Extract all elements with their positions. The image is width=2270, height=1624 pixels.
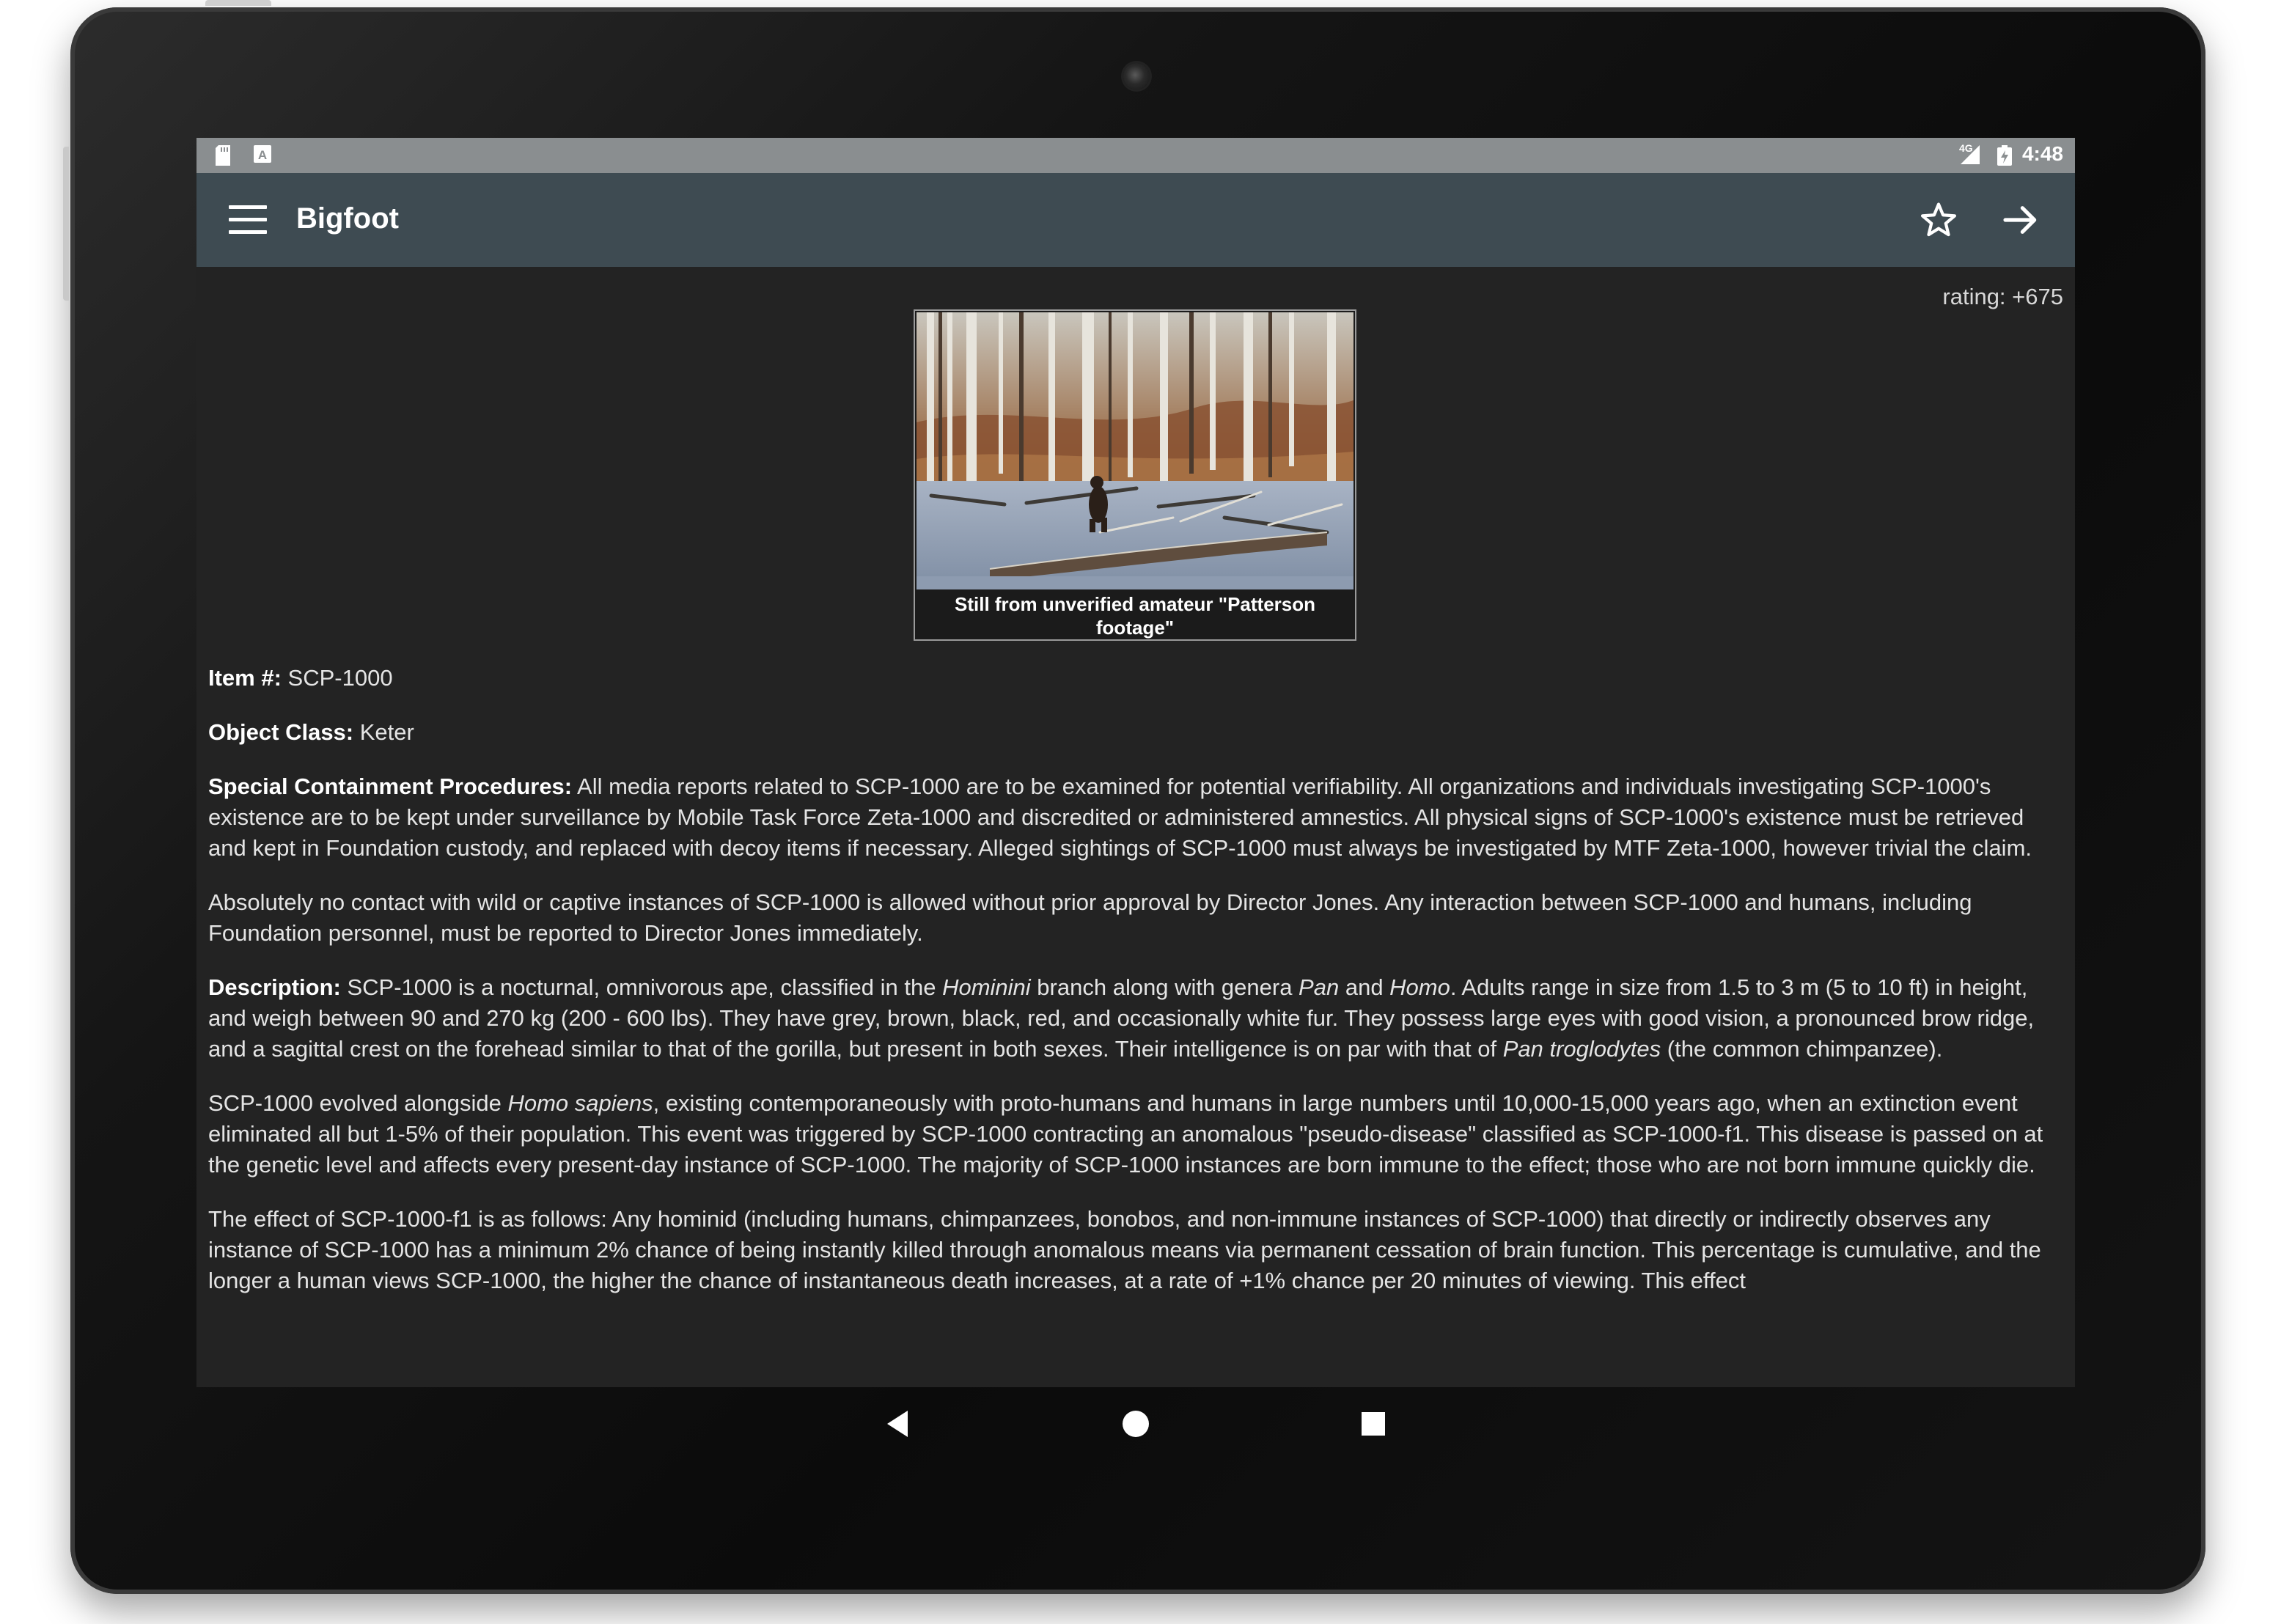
home-circle-icon[interactable] [1118, 1406, 1153, 1441]
power-button [205, 0, 271, 6]
front-camera [1123, 63, 1150, 89]
evolution-paragraph: SCP-1000 evolved alongside Homo sapiens,… [208, 1088, 2063, 1180]
evolution-text-1: SCP-1000 evolved alongside [208, 1090, 508, 1116]
volume-button [63, 147, 69, 301]
star-outline-icon[interactable] [1918, 199, 1959, 240]
contact-paragraph: Absolutely no contact with wild or capti… [208, 889, 1972, 946]
object-class-label: Object Class: [208, 719, 354, 745]
description-text-1: SCP-1000 is a nocturnal, omnivorous ape,… [340, 974, 943, 1000]
item-number-paragraph: Item #: SCP-1000 [208, 663, 2063, 694]
article-content[interactable]: rating: +675 Still from unverified amate… [196, 267, 2075, 1387]
containment-procedures-label: Special Containment Procedures: [208, 774, 573, 799]
description-homo: Homo [1389, 974, 1450, 1000]
sd-card-icon [216, 145, 230, 166]
notification-a-icon: A [254, 145, 271, 163]
signal-icon [1961, 145, 1980, 164]
description-text-5: (the common chimpanzee). [1661, 1036, 1943, 1062]
description-pan: Pan [1299, 974, 1340, 1000]
back-triangle-icon[interactable] [881, 1406, 917, 1441]
arrow-forward-icon[interactable] [2000, 199, 2041, 240]
status-bar: A 4G 4:48 [196, 138, 2075, 173]
figure-caption: Still from unverified amateur "Patterson… [955, 593, 1315, 639]
app-toolbar: Bigfoot [196, 173, 2075, 267]
object-class-value: Keter [353, 719, 414, 745]
item-number-label: Item #: [208, 665, 282, 691]
effect-paragraph: The effect of SCP-1000-f1 is as follows:… [208, 1206, 2041, 1293]
page-title: Bigfoot [296, 202, 399, 235]
svg-text:A: A [258, 148, 267, 162]
containment-procedures-paragraph: Special Containment Procedures: All medi… [208, 771, 2063, 864]
patterson-footage-image [917, 312, 1353, 589]
device-screen: A 4G 4:48 Bigfoot rating: +675 Still fro… [196, 138, 2075, 1387]
battery-icon [1997, 145, 2012, 166]
evolution-homo-sapiens: Homo sapiens [507, 1090, 653, 1116]
description-label: Description: [208, 974, 341, 1000]
hamburger-menu-icon[interactable] [229, 205, 267, 235]
description-pan-troglodytes: Pan troglodytes [1502, 1036, 1661, 1062]
system-navigation-bar [196, 1387, 2075, 1461]
object-class-paragraph: Object Class: Keter [208, 717, 2063, 748]
status-time: 4:48 [2021, 142, 2063, 165]
article-body: Item #: SCP-1000 Object Class: Keter Spe… [208, 663, 2063, 1320]
item-number-value: SCP-1000 [281, 665, 393, 691]
description-hominini: Hominini [942, 974, 1031, 1000]
article-figure: Still from unverified amateur "Patterson… [914, 309, 1356, 641]
description-text-2: branch along with genera [1030, 974, 1299, 1000]
description-text-3: and [1339, 974, 1390, 1000]
rating-label: rating: +675 [1942, 284, 2063, 309]
description-paragraph: Description: SCP-1000 is a nocturnal, om… [208, 972, 2063, 1065]
recents-square-icon[interactable] [1356, 1406, 1391, 1441]
